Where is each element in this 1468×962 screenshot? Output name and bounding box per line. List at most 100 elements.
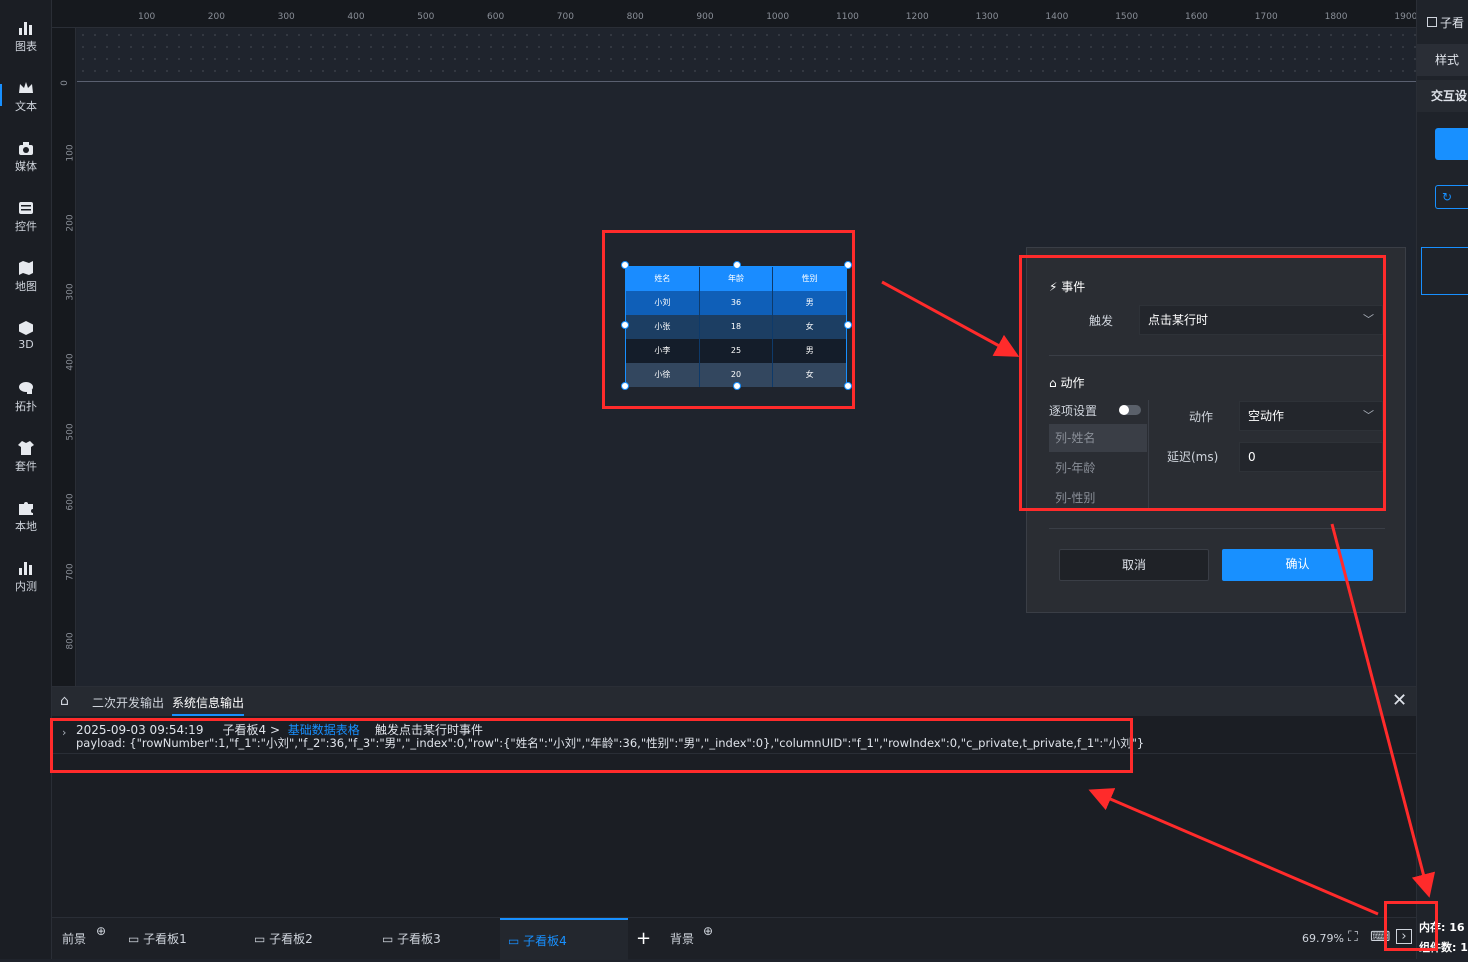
bar-chart-icon — [19, 22, 32, 35]
ruler-tick-label: 1600 — [1185, 12, 1208, 22]
tab-board-2[interactable]: ▭ 子看板2 — [254, 918, 370, 960]
sidebar-item-map[interactable]: 地图 — [0, 250, 52, 302]
sidebar-item-kit[interactable]: 套件 — [0, 430, 52, 482]
tab-interaction[interactable]: 交互设 — [1417, 80, 1468, 112]
bottom-board-bar: 前景 ⊕ ▭ 子看板1 ▭ 子看板2 ▭ 子看板3 ▭ 子看板4 + 背景 ⊕ … — [52, 917, 1416, 960]
puzzle-icon — [19, 502, 33, 515]
divider — [1049, 528, 1385, 529]
sidebar-item-label: 地图 — [15, 280, 37, 293]
cube-icon — [19, 321, 33, 335]
monitor-icon: ▭ — [128, 932, 140, 946]
tab-board-4[interactable]: ▭ 子看板4 — [500, 918, 628, 960]
annotation-box-dialog — [1019, 255, 1386, 511]
ruler-tick-label: 100 — [65, 144, 76, 162]
sidebar-item-label: 媒体 — [15, 160, 37, 173]
sidebar-item-label: 内测 — [15, 580, 37, 593]
sidebar-item-label: 文本 — [15, 100, 37, 113]
tab-style[interactable]: 样式 — [1417, 44, 1468, 76]
tab-board-1[interactable]: ▭ 子看板1 — [126, 918, 242, 960]
tab-dev-output[interactable]: 二次开发输出 — [92, 694, 164, 711]
ruler-tick-label: 600 — [487, 12, 505, 22]
annotation-box-log — [50, 718, 1133, 773]
monitor-icon: ▭ — [508, 934, 520, 948]
canvas-grid-area — [77, 29, 1416, 82]
ruler-tick-label: 1700 — [1254, 12, 1278, 22]
interaction-item[interactable] — [1421, 247, 1468, 295]
cancel-button[interactable]: 取消 — [1059, 549, 1209, 581]
sidebar-item-text[interactable]: 文本 — [0, 70, 52, 122]
left-sidebar: 图表 文本 媒体 控件 地图 3D 拓扑 套件 本地 内测 — [0, 0, 52, 959]
sidebar-item-media[interactable]: 媒体 — [0, 130, 52, 182]
ruler-tick-label: 600 — [65, 493, 76, 511]
map-icon — [19, 261, 33, 275]
add-circle-icon[interactable]: ⊕ — [703, 924, 713, 938]
sidebar-item-label: 3D — [18, 338, 34, 351]
interaction-link-icon[interactable]: ↻ — [1435, 185, 1468, 209]
ruler-tick-label: 1800 — [1324, 12, 1348, 22]
board-icon — [1427, 17, 1437, 27]
sidebar-item-label: 套件 — [15, 460, 37, 473]
ruler-tick-label: 1100 — [836, 12, 859, 22]
crown-icon — [19, 82, 33, 93]
tab-foreground[interactable]: 前景 — [62, 918, 86, 960]
clear-icon[interactable]: ⌂ — [60, 693, 69, 709]
top-ruler: 100 200 300 400 500 600 700 800 900 1000 1100 1200 1… — [52, 0, 1417, 28]
tab-background[interactable]: 背景 — [670, 918, 694, 960]
sidebar-item-topology[interactable]: 拓扑 — [0, 370, 52, 422]
sidebar-item-label: 图表 — [15, 40, 37, 53]
tab-label: 子看板2 — [269, 932, 313, 946]
add-circle-icon[interactable]: ⊕ — [96, 924, 106, 938]
ruler-tick-label: 500 — [417, 12, 435, 22]
tab-label: 背景 — [670, 932, 695, 946]
camera-icon — [19, 142, 33, 155]
sidebar-item-label: 本地 — [15, 520, 37, 533]
add-interaction-button[interactable] — [1435, 128, 1468, 160]
sidebar-item-3d[interactable]: 3D — [0, 310, 52, 362]
ruler-tick-label: 400 — [347, 12, 365, 22]
right-properties-panel: 子看 样式 交互设 ↻ — [1416, 0, 1468, 959]
add-board-button[interactable]: + — [636, 918, 651, 960]
sidebar-item-beta[interactable]: 内测 — [0, 550, 52, 602]
monitor-icon: ▭ — [254, 932, 266, 946]
left-ruler: 0 100 200 300 400 500 600 700 800 — [52, 28, 76, 686]
bar-chart-icon — [19, 562, 32, 575]
sidebar-item-local[interactable]: 本地 — [0, 490, 52, 542]
panel-title: 子看 — [1427, 14, 1464, 31]
ruler-tick-label: 1000 — [766, 12, 790, 22]
fit-screen-icon[interactable]: ⛶ — [1348, 929, 1358, 945]
tab-label: 前景 — [62, 932, 87, 946]
annotation-box-table — [602, 230, 855, 409]
sidebar-item-control[interactable]: 控件 — [0, 190, 52, 242]
ruler-tick-label: 400 — [65, 353, 76, 371]
ruler-tick-label: 700 — [65, 563, 76, 581]
list-icon — [19, 202, 33, 214]
annotation-box-console-toggle — [1384, 901, 1438, 951]
ruler-tick-label: 0 — [59, 80, 70, 86]
confirm-button[interactable]: 确认 — [1222, 549, 1373, 581]
ruler-tick-label: 300 — [65, 283, 76, 301]
tab-label: 子看板3 — [397, 932, 441, 946]
sidebar-item-label: 控件 — [15, 220, 37, 233]
ruler-tick-label: 800 — [65, 632, 76, 650]
close-icon[interactable]: ✕ — [1392, 690, 1407, 711]
ruler-tick-label: 1200 — [905, 12, 929, 22]
zoom-level[interactable]: 69.79% — [1302, 932, 1344, 945]
panel-title-text: 子看 — [1440, 16, 1465, 30]
sidebar-item-chart[interactable]: 图表 — [0, 10, 52, 62]
topology-icon — [19, 382, 33, 394]
ruler-tick-label: 900 — [696, 12, 714, 22]
console-header — [52, 687, 1416, 716]
ruler-tick-label: 1500 — [1115, 12, 1139, 22]
ruler-tick-label: 200 — [207, 12, 225, 22]
ruler-tick-label: 300 — [277, 12, 295, 22]
tab-system-output[interactable]: 系统信息输出 — [172, 694, 245, 716]
shirt-icon — [18, 441, 34, 455]
ruler-tick-label: 1400 — [1045, 12, 1069, 22]
ruler-tick-label: 800 — [626, 12, 644, 22]
ruler-tick-label: 500 — [65, 423, 76, 441]
tab-board-3[interactable]: ▭ 子看板3 — [382, 918, 498, 960]
tab-label: 子看板4 — [523, 934, 567, 948]
monitor-icon: ▭ — [382, 932, 394, 946]
tab-label: 子看板1 — [143, 932, 187, 946]
sidebar-item-label: 拓扑 — [15, 400, 37, 413]
